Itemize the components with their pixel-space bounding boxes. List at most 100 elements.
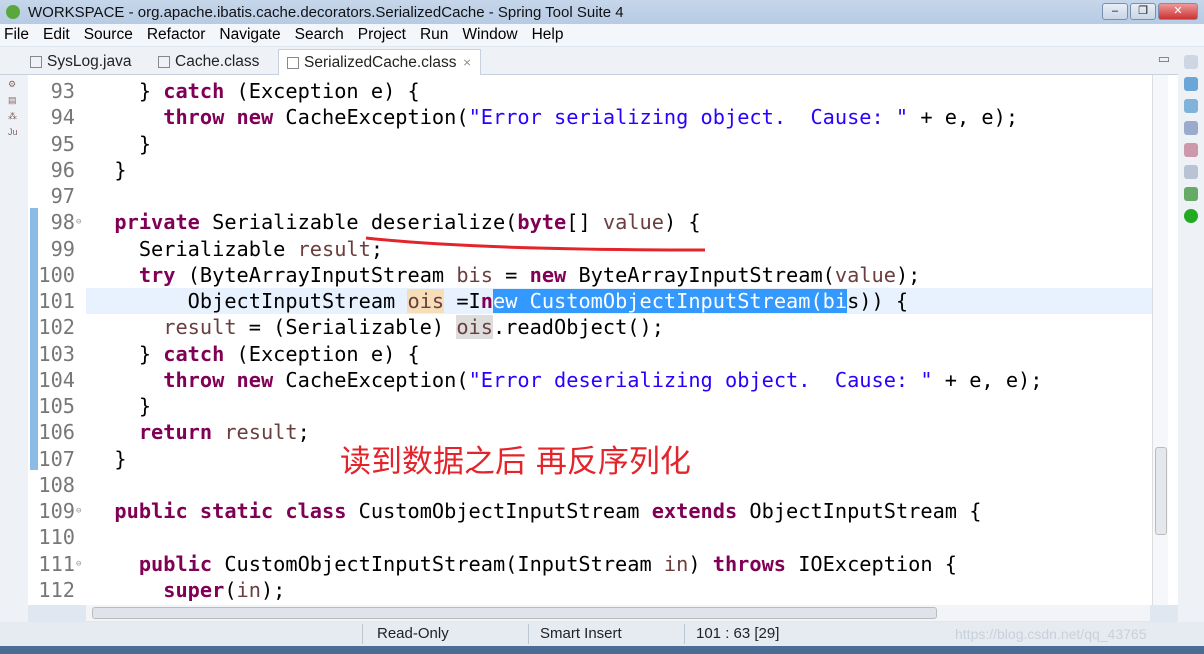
scroll-thumb[interactable] xyxy=(1155,447,1167,535)
code-text[interactable]: throw new CacheException("Error serializ… xyxy=(86,104,1152,130)
code-text[interactable]: public static class CustomObjectInputStr… xyxy=(86,498,1152,524)
code-text[interactable]: } catch (Exception e) { xyxy=(86,78,1152,104)
watermark: https://blog.csdn.net/qq_43765 xyxy=(955,626,1147,642)
code-token: value xyxy=(834,262,896,287)
code-token: CacheException( xyxy=(273,105,469,130)
code-token: "Error serializing object. Cause: " xyxy=(468,105,909,130)
code-editor[interactable]: 93 } catch (Exception e) {94 throw new C… xyxy=(28,75,1178,605)
code-line: 97 xyxy=(28,183,1152,209)
close-button[interactable]: ✕ xyxy=(1158,3,1198,20)
menu-project[interactable]: Project xyxy=(350,26,412,44)
code-text[interactable]: } xyxy=(86,393,1152,419)
code-token: CustomObjectInputStream(InputStream xyxy=(212,551,664,576)
app-logo-icon xyxy=(6,5,20,19)
package-explorer-icon[interactable]: ⚙ xyxy=(8,79,20,91)
line-number: 104 xyxy=(38,367,75,392)
code-token: ois xyxy=(407,289,445,314)
minimize-button[interactable]: – xyxy=(1102,3,1128,20)
menu-window[interactable]: Window xyxy=(454,26,523,44)
fold-toggle-icon[interactable]: ⊖ xyxy=(76,551,81,577)
tab-serializedcache-class[interactable]: SerializedCache.class ⨯ xyxy=(278,49,481,75)
console-icon[interactable] xyxy=(1184,121,1198,135)
class-file-icon xyxy=(287,56,299,69)
code-token: IOException { xyxy=(786,551,957,576)
menu-edit[interactable]: Edit xyxy=(35,26,76,44)
code-text[interactable]: ObjectInputStream ois =Inew CustomObject… xyxy=(86,288,1152,315)
menu-navigate[interactable]: Navigate xyxy=(211,26,286,44)
fold-toggle-icon[interactable]: ⊖ xyxy=(76,498,81,524)
code-token: private xyxy=(114,210,200,235)
code-line: 112 super(in); xyxy=(28,577,1152,603)
maximize-icon[interactable] xyxy=(1184,55,1198,69)
code-token: "Error deserializing object. Cause: " xyxy=(468,367,933,392)
code-text[interactable]: result = (Serializable) ois.readObject()… xyxy=(86,314,1152,340)
menu-file[interactable]: File xyxy=(0,26,35,44)
junit-icon[interactable]: Ju xyxy=(8,127,20,139)
task-list-icon[interactable] xyxy=(1184,99,1198,113)
minimize-view-icon[interactable]: ▭ xyxy=(1158,51,1170,67)
tab-syslog-java[interactable]: SysLog.java xyxy=(30,49,131,75)
line-number: 111 xyxy=(38,551,75,576)
vertical-scrollbar[interactable] xyxy=(1152,75,1168,605)
status-cursor-position: 101 : 63 [29] xyxy=(696,625,780,642)
code-token: try xyxy=(138,262,176,287)
code-text[interactable]: private Serializable deserialize(byte[] … xyxy=(86,209,1152,235)
code-line: 104 throw new CacheException("Error dese… xyxy=(28,367,1152,393)
boot-dashboard-icon[interactable] xyxy=(1184,209,1198,223)
line-number: 100 xyxy=(38,262,75,287)
code-text[interactable]: super(in); xyxy=(86,577,1152,603)
code-text[interactable]: throw new CacheException("Error deserial… xyxy=(86,367,1152,393)
code-line: 103 } catch (Exception e) { xyxy=(28,341,1152,367)
line-number: 98 xyxy=(50,210,75,235)
code-token: in xyxy=(663,551,689,576)
code-text[interactable]: Serializable result; xyxy=(86,236,1152,262)
code-text[interactable]: try (ByteArrayInputStream bis = new Byte… xyxy=(86,262,1152,288)
problems-icon[interactable] xyxy=(1184,143,1198,157)
code-text[interactable]: } xyxy=(86,157,1152,183)
code-line: 102 result = (Serializable) ois.readObje… xyxy=(28,314,1152,340)
menu-search[interactable]: Search xyxy=(287,26,350,44)
scroll-thumb[interactable] xyxy=(92,607,937,619)
code-token: Serializable xyxy=(90,236,298,261)
code-token: result xyxy=(163,315,237,340)
line-number: 112 xyxy=(38,577,75,602)
outline-view-icon[interactable] xyxy=(1184,77,1198,91)
code-text[interactable]: } xyxy=(86,131,1152,157)
code-line: 93 } catch (Exception e) { xyxy=(28,78,1152,104)
code-token: CacheException( xyxy=(273,367,469,392)
menu-help[interactable]: Help xyxy=(524,26,570,44)
code-token: + e, e); xyxy=(932,367,1043,392)
code-token: (Exception e) { xyxy=(224,341,420,366)
code-token: new xyxy=(236,367,274,392)
line-number: 93 xyxy=(50,79,75,103)
code-token: I xyxy=(468,289,481,314)
horizontal-scrollbar[interactable] xyxy=(86,605,1150,621)
code-text[interactable]: } catch (Exception e) { xyxy=(86,341,1152,367)
code-line: 101 ObjectInputStream ois =Inew CustomOb… xyxy=(28,288,1152,315)
progress-icon[interactable] xyxy=(1184,187,1198,201)
outline-icon[interactable]: ⁂ xyxy=(8,111,20,123)
code-token: .readObject(); xyxy=(492,315,664,340)
tab-cache-class[interactable]: Cache.class xyxy=(158,49,259,75)
line-number: 102 xyxy=(38,315,75,340)
annotation-text: 读到数据之后 再反序列化 xyxy=(340,444,691,480)
line-number: 99 xyxy=(50,236,75,261)
menu-source[interactable]: Source xyxy=(76,26,139,44)
restore-button[interactable]: ❐ xyxy=(1130,3,1156,20)
menu-refactor[interactable]: Refactor xyxy=(139,26,212,44)
code-token: ByteArrayInputStream( xyxy=(566,262,835,287)
code-text[interactable]: public CustomObjectInputStream(InputStre… xyxy=(86,551,1152,577)
fold-toggle-icon[interactable]: ⊖ xyxy=(76,209,81,235)
hierarchy-icon[interactable]: ▤ xyxy=(8,95,20,107)
code-token: } xyxy=(90,131,152,156)
code-token: ( xyxy=(224,577,237,602)
close-tab-icon[interactable]: ⨯ xyxy=(463,56,472,69)
class-file-icon xyxy=(158,56,170,68)
code-line: 99 Serializable result; xyxy=(28,236,1152,262)
javadoc-icon[interactable] xyxy=(1184,165,1198,179)
menu-run[interactable]: Run xyxy=(412,26,454,44)
code-token: s)) { xyxy=(847,289,909,314)
